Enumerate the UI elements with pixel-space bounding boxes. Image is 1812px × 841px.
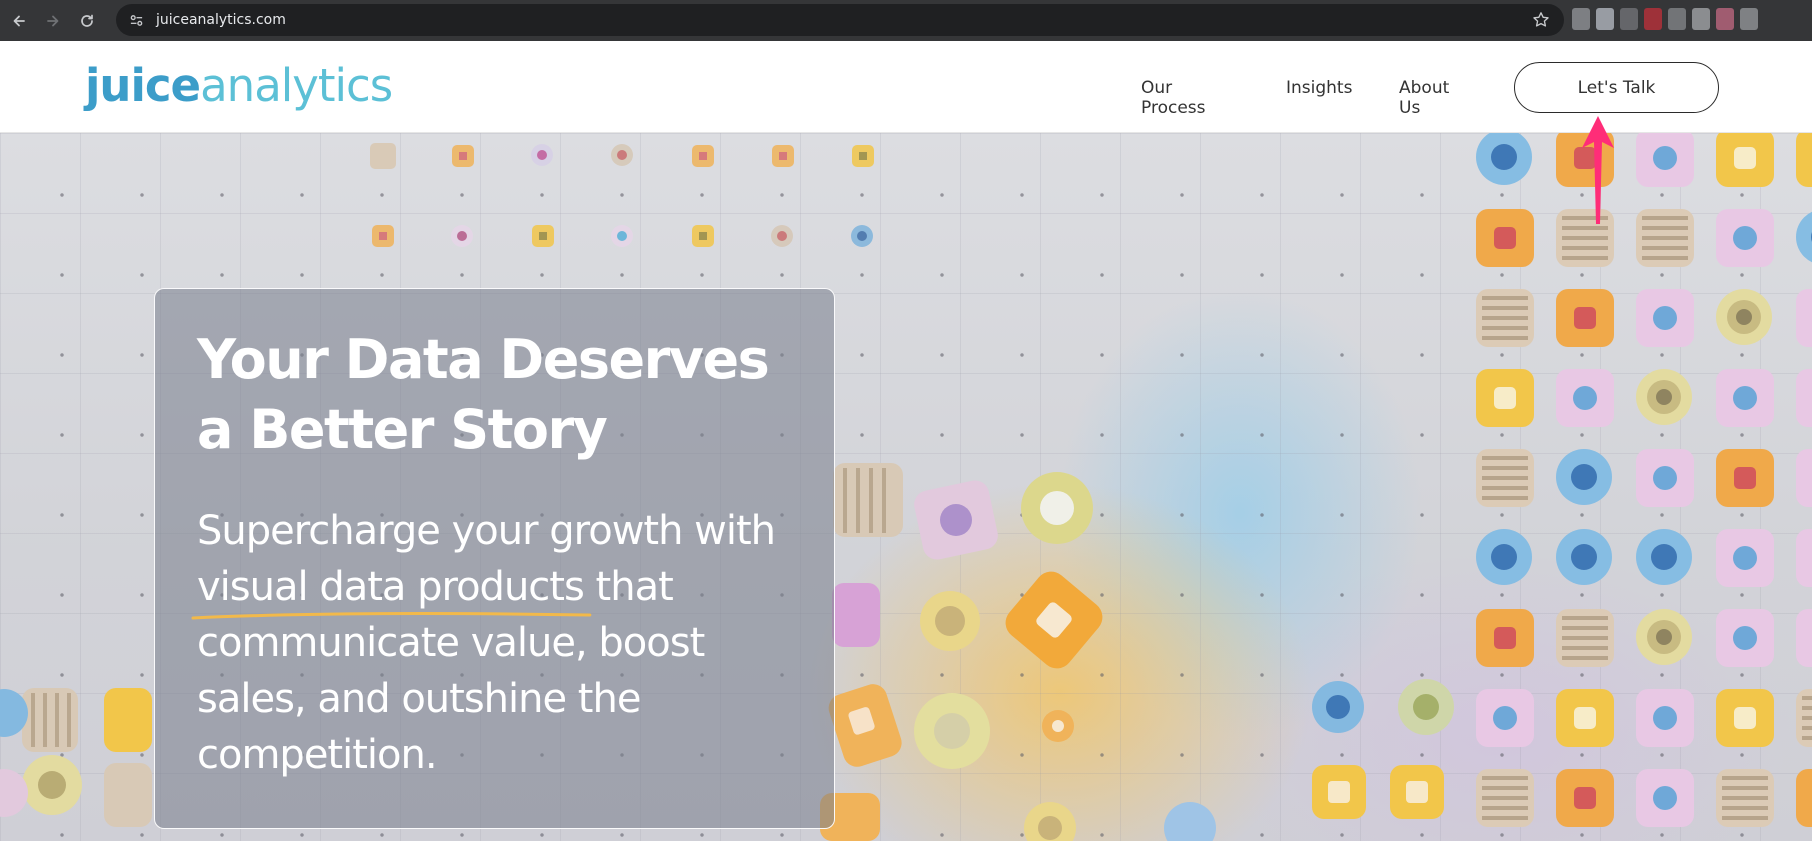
nav-about-us[interactable]: About Us: [1399, 78, 1449, 118]
extension-icon[interactable]: [1644, 8, 1662, 30]
extension-icon[interactable]: [1740, 8, 1758, 30]
address-bar[interactable]: juiceanalytics.com: [116, 4, 1564, 36]
extension-icon[interactable]: [1692, 8, 1710, 30]
back-icon[interactable]: [4, 6, 34, 36]
extension-icon[interactable]: [1572, 8, 1590, 30]
logo-analytics: analytics: [200, 59, 393, 112]
hero-card: Your Data Deserves a Better Story Superc…: [154, 288, 835, 829]
hero-title: Your Data Deserves a Better Story: [197, 328, 770, 461]
logo-juice: juice: [85, 59, 201, 112]
nav-insights[interactable]: Insights: [1286, 78, 1352, 98]
highlight-underline: [191, 612, 592, 620]
browser-toolbar: juiceanalytics.com: [0, 0, 1812, 41]
reload-icon[interactable]: [72, 6, 102, 36]
extension-icon[interactable]: [1620, 8, 1638, 30]
site-header: juiceanalytics Our Process Insights Abou…: [0, 41, 1812, 133]
extension-icon[interactable]: [1716, 8, 1734, 30]
extension-icon[interactable]: [1668, 8, 1686, 30]
logo[interactable]: juiceanalytics: [85, 63, 393, 108]
hero-highlight-text: visual data products: [197, 564, 585, 610]
url-text: juiceanalytics.com: [156, 12, 286, 28]
hero-subtitle-part1: Supercharge your growth with: [197, 508, 776, 554]
site-info-icon[interactable]: [126, 10, 146, 30]
nav-our-process[interactable]: Our Process: [1141, 78, 1206, 118]
bookmark-star-icon[interactable]: [1532, 11, 1550, 29]
hero-section: Your Data Deserves a Better Story Superc…: [0, 133, 1812, 841]
lets-talk-button[interactable]: Let's Talk: [1514, 62, 1719, 113]
extensions-area: [1572, 8, 1758, 30]
hero-subtitle: Supercharge your growth with visual data…: [191, 503, 794, 783]
extension-icon[interactable]: [1596, 8, 1614, 30]
forward-icon[interactable]: [38, 6, 68, 36]
hero-highlight: visual data products: [191, 559, 592, 620]
annotation-arrow-icon: [1582, 116, 1614, 224]
